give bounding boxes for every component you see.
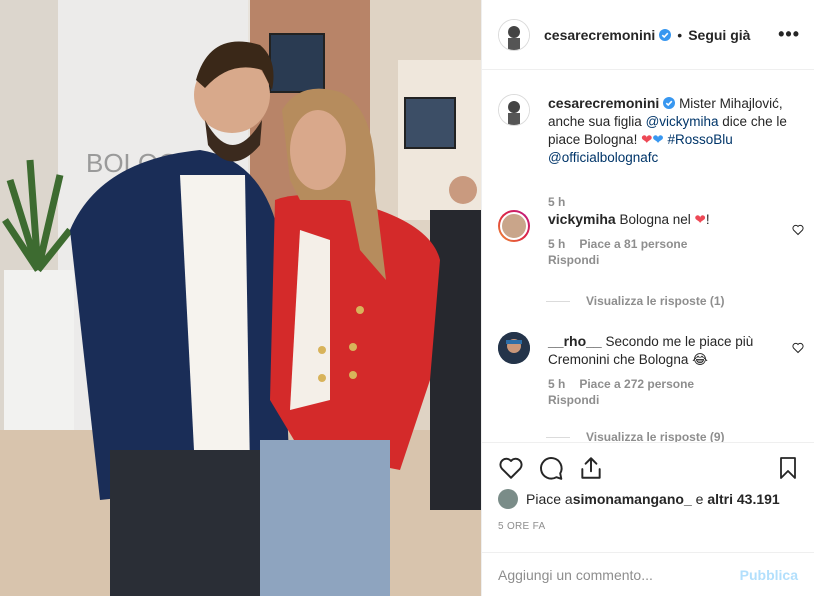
comment-item: vickymiha Bologna nel ❤! 5 h Piace a 81 p… bbox=[498, 210, 798, 267]
laughing-emoji-icon: 😂 bbox=[692, 352, 708, 367]
post-actions: Piace a simonamangano_ e altri 43.191 5 … bbox=[482, 442, 814, 597]
comment-text: vickymiha Bologna nel ❤! bbox=[548, 210, 788, 229]
liker-avatar[interactable] bbox=[498, 489, 518, 509]
like-comment-icon[interactable] bbox=[792, 342, 804, 354]
follow-status[interactable]: Segui già bbox=[688, 27, 750, 43]
mention-link[interactable]: @officialbolognafc bbox=[548, 150, 658, 165]
mention-link[interactable]: @vickymiha bbox=[646, 114, 719, 129]
comment-item: __rho__ Secondo me le piace più Cremonin… bbox=[498, 332, 798, 407]
view-replies-label: Visualizza le risposte (9) bbox=[586, 430, 725, 442]
likes-count[interactable]: altri 43.191 bbox=[707, 491, 779, 507]
post-header: cesarecremonini • Segui già ••• bbox=[482, 0, 814, 70]
reply-button[interactable]: Rispondi bbox=[548, 253, 788, 267]
caption: cesarecremonini Mister Mihajlović, anche… bbox=[498, 94, 798, 209]
likes-summary: Piace a simonamangano_ e altri 43.191 bbox=[498, 489, 780, 509]
like-heart-icon[interactable] bbox=[498, 455, 524, 481]
commenter-avatar[interactable] bbox=[498, 210, 530, 242]
liker-username[interactable]: simonamangano_ bbox=[573, 491, 692, 507]
author-username[interactable]: cesarecremonini bbox=[544, 27, 655, 43]
view-replies-button[interactable]: Visualizza le risposte (9) bbox=[546, 430, 725, 442]
replies-line bbox=[546, 436, 570, 438]
view-replies-label: Visualizza le risposte (1) bbox=[586, 294, 725, 308]
comment-likes[interactable]: Piace a 81 persone bbox=[579, 237, 687, 251]
like-comment-icon[interactable] bbox=[792, 224, 804, 236]
comment-input[interactable]: Aggiungi un commento... bbox=[498, 567, 653, 583]
hashtag-link[interactable]: #RossoBlu bbox=[667, 132, 732, 147]
verified-badge-icon bbox=[663, 97, 676, 109]
likes-middle: e bbox=[691, 491, 708, 507]
comment-icon[interactable] bbox=[538, 455, 564, 481]
author-avatar-small[interactable] bbox=[498, 94, 530, 126]
comment-body: Bologna nel bbox=[619, 212, 695, 227]
comment-likes[interactable]: Piace a 272 persone bbox=[579, 377, 694, 391]
reply-button[interactable]: Rispondi bbox=[548, 393, 788, 407]
commenter-username[interactable]: __rho__ bbox=[548, 333, 602, 349]
caption-text: cesarecremonini Mister Mihajlović, anche… bbox=[548, 94, 788, 167]
post-timestamp[interactable]: 5 ORE FA bbox=[498, 521, 545, 532]
replies-line bbox=[546, 300, 570, 302]
likes-prefix: Piace a bbox=[526, 491, 573, 507]
comment-age: 5 h bbox=[548, 237, 566, 251]
red-heart-icon: ❤ bbox=[694, 212, 706, 227]
bookmark-icon[interactable] bbox=[776, 455, 800, 481]
share-icon[interactable] bbox=[578, 455, 604, 481]
post-side-panel: cesarecremonini • Segui già ••• cesarecr… bbox=[481, 0, 814, 596]
red-heart-icon: ❤ bbox=[641, 132, 653, 147]
post-photo[interactable]: BOLOGN bbox=[0, 0, 481, 596]
comment-text: __rho__ Secondo me le piace più Cremonin… bbox=[548, 332, 788, 369]
action-icons bbox=[498, 455, 800, 481]
comment-meta: 5 h Piace a 272 persone bbox=[548, 377, 788, 391]
commenter-avatar[interactable] bbox=[498, 332, 530, 364]
caption-age: 5 h bbox=[548, 195, 566, 209]
comments-list[interactable]: cesarecremonini Mister Mihajlović, anche… bbox=[482, 70, 814, 442]
verified-badge-icon bbox=[659, 28, 672, 41]
comment-meta: 5 h Piace a 81 persone bbox=[548, 237, 788, 251]
caption-username[interactable]: cesarecremonini bbox=[548, 95, 659, 111]
commenter-username[interactable]: vickymiha bbox=[548, 211, 616, 227]
view-replies-button[interactable]: Visualizza le risposte (1) bbox=[546, 294, 725, 308]
add-comment-bar: Aggiungi un commento... Pubblica bbox=[482, 552, 814, 597]
more-options-icon[interactable]: ••• bbox=[778, 24, 800, 45]
author-avatar[interactable] bbox=[498, 18, 530, 51]
comment-body-end: ! bbox=[705, 212, 710, 227]
comment-age: 5 h bbox=[548, 377, 566, 391]
header-separator: • bbox=[677, 26, 683, 43]
blue-heart-icon: ❤ bbox=[652, 132, 664, 147]
publish-button[interactable]: Pubblica bbox=[740, 567, 798, 583]
